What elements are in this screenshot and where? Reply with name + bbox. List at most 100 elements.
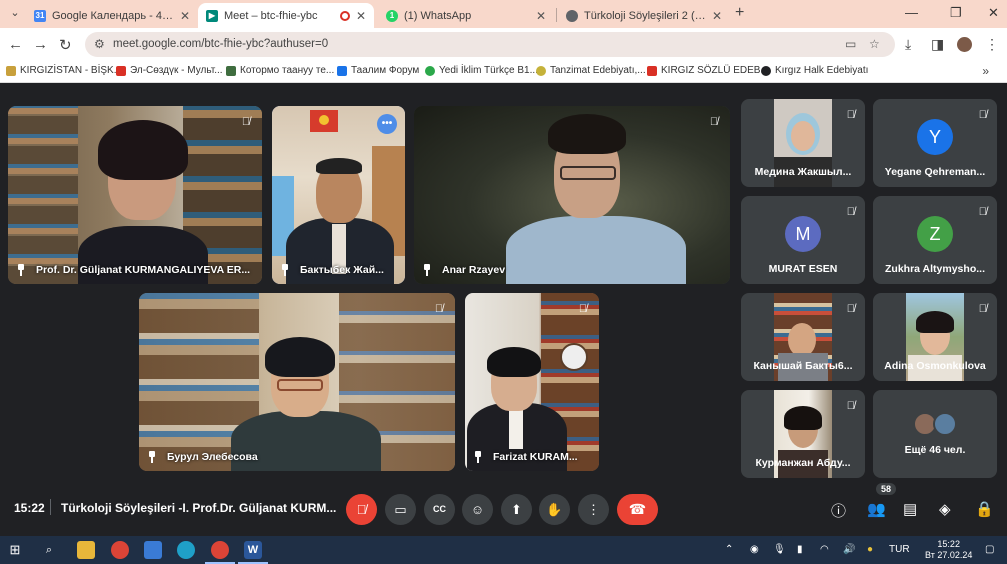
word-icon[interactable]: W	[238, 541, 268, 564]
more-vert-icon: ⋮	[587, 502, 600, 517]
participant-tile-small[interactable]: Y 🎙̸ Yegane Qehreman...	[873, 99, 997, 187]
divider	[50, 499, 51, 515]
wifi-icon[interactable]: ◠	[820, 544, 829, 555]
side-panel-icon[interactable]: ◨	[931, 36, 944, 53]
pin-icon[interactable]	[473, 451, 483, 463]
participant-tile[interactable]: 🎙̸ Anar Rzayev	[414, 106, 730, 284]
tray-chevron-icon[interactable]: ⌃	[725, 544, 733, 555]
participant-tile-small[interactable]: M 🎙̸ MURAT ESEN	[741, 196, 865, 284]
profile-avatar[interactable]	[957, 37, 972, 55]
bookmark-item[interactable]: KIRGIZİSTAN - BİŞK...	[6, 65, 122, 76]
edge-icon[interactable]	[177, 541, 195, 559]
captions-button[interactable]: CC	[424, 494, 455, 525]
bookmark-item[interactable]: Эл-Сөздүк - Мульт...	[116, 65, 223, 76]
notification-icon[interactable]: ▢	[985, 544, 994, 555]
back-icon[interactable]: ←	[8, 36, 23, 53]
camera-in-use-icon[interactable]: ▭	[845, 37, 856, 51]
restore-icon[interactable]: ❐	[950, 5, 962, 21]
close-icon[interactable]: ✕	[356, 9, 366, 23]
pin-icon[interactable]	[280, 264, 290, 276]
tab-search-icon[interactable]: ⌄	[6, 6, 24, 22]
bookmark-favicon-icon	[226, 65, 236, 76]
minimize-icon[interactable]: —	[905, 5, 918, 20]
participant-count-badge: 58	[876, 483, 897, 495]
lock-person-icon: 🔒	[975, 501, 994, 518]
tab-whatsapp[interactable]: 1 (1) WhatsApp ✕	[378, 3, 554, 28]
camera-icon: ▭	[394, 502, 407, 517]
site-info-icon[interactable]: ⚙	[94, 37, 105, 51]
participant-name: Yegane Qehreman...	[884, 166, 986, 178]
file-explorer-icon[interactable]	[77, 541, 95, 559]
participant-tile-small[interactable]: 🎙̸ Adina Osmonkulova	[873, 293, 997, 381]
volume-icon[interactable]: 🔊	[843, 544, 855, 555]
tab-label: Türkoloji Söyleşileri 2 (1).pdf	[584, 9, 706, 22]
close-icon[interactable]: ✕	[180, 9, 190, 23]
chrome-active-icon[interactable]	[205, 541, 235, 564]
taskbar-clock[interactable]: 15:22 Вт 27.02.24	[925, 539, 972, 561]
usb-icon: ▮	[797, 544, 803, 555]
tab-meet[interactable]: ▶ Meet – btc-fhie-ybc ✕	[198, 3, 374, 28]
windows-start-icon[interactable]: ⊞	[6, 541, 24, 559]
bookmark-favicon-icon	[647, 65, 657, 76]
bookmark-item[interactable]: KIRGIZ SÖZLÜ EDEB...	[647, 65, 769, 76]
chat-icon: ▤	[903, 501, 918, 518]
bookmark-item[interactable]: Таалим Форум	[337, 65, 419, 76]
close-icon[interactable]: ✕	[536, 9, 546, 23]
tab-label: (1) WhatsApp	[404, 9, 472, 22]
window-close-icon[interactable]: ✕	[988, 5, 999, 21]
store-icon[interactable]	[144, 541, 162, 559]
menu-icon[interactable]: ⋮	[985, 36, 999, 53]
address-bar[interactable]: ⚙ meet.google.com/btc-fhie-ybc?authuser=…	[85, 32, 895, 57]
new-tab-icon[interactable]: +	[735, 4, 744, 22]
participant-tile-small[interactable]: 🎙̸ Канышай Бакты6...	[741, 293, 865, 381]
bookmark-label: Kırgız Halk Edebiyatı	[775, 65, 869, 76]
close-icon[interactable]: ✕	[712, 9, 722, 23]
reload-icon[interactable]: ↻	[59, 36, 72, 54]
bookmark-star-icon[interactable]: ☆	[869, 37, 880, 51]
bookmark-label: Котормо таануу те...	[240, 65, 335, 76]
bookmarks-more-icon[interactable]: »	[982, 64, 989, 78]
present-button[interactable]: ⬆	[501, 494, 532, 525]
bookmark-favicon-icon	[116, 65, 126, 76]
download-icon[interactable]: ⤓	[905, 36, 911, 53]
leave-call-button[interactable]: ☎	[617, 494, 658, 525]
mic-off-icon: 🎙̸	[709, 116, 719, 128]
reactions-button[interactable]: ☺	[462, 494, 493, 525]
participant-tile-small[interactable]: 🎙̸ Медина Жакшыл...	[741, 99, 865, 187]
people-button[interactable]: 👥	[867, 500, 886, 518]
windows-taskbar: ⊞ ⌕ W ⌃ ◉ 🎙 ▮ ◠ 🔊 ● TUR 15:22 Вт 27.02.2…	[0, 536, 1007, 564]
pin-icon[interactable]	[147, 451, 157, 463]
bookmark-label: Yedi İklim Türkçe B1...	[439, 65, 538, 76]
video-feed	[8, 106, 262, 284]
chat-button[interactable]: ▤	[903, 500, 917, 518]
participant-tile-small[interactable]: 🎙̸ Курманжан Абду...	[741, 390, 865, 478]
more-participants-tile[interactable]: Ещё 46 чел.	[873, 390, 997, 478]
bookmark-item[interactable]: Tanzimat Edebiyatı,...	[536, 65, 646, 76]
mic-off-icon: 🎙̸	[356, 502, 367, 517]
input-language[interactable]: TUR	[889, 544, 910, 555]
participant-tile[interactable]: 🎙̸ Бурул Элебесова	[139, 293, 455, 471]
raise-hand-button[interactable]: ✋	[539, 494, 570, 525]
mic-toggle-button[interactable]: 🎙̸	[346, 494, 377, 525]
bookmark-item[interactable]: Котормо таануу те...	[226, 65, 334, 76]
bookmark-item[interactable]: Yedi İklim Türkçe B1...	[425, 65, 538, 76]
tab-pdf[interactable]: Türkoloji Söyleşileri 2 (1).pdf ✕	[558, 3, 730, 28]
chrome-icon[interactable]	[111, 541, 129, 559]
participant-tile-active-speaker[interactable]: ••• Бактыбек Жай...	[272, 106, 405, 284]
participant-tile-small[interactable]: Z 🎙̸ Zukhra Altymysho...	[873, 196, 997, 284]
pin-icon[interactable]	[422, 264, 432, 276]
forward-icon[interactable]: →	[33, 36, 48, 53]
search-icon[interactable]: ⌕	[40, 541, 58, 559]
camera-toggle-button[interactable]: ▭	[385, 494, 416, 525]
participant-tile[interactable]: 🎙̸ Prof. Dr. Güljanat KURMANGALIYEVA ER.…	[8, 106, 262, 284]
pin-icon[interactable]	[16, 264, 26, 276]
host-controls-button[interactable]: 🔒	[975, 500, 994, 518]
participant-tile[interactable]: 🎙̸ Farizat KURAM...	[465, 293, 599, 471]
activities-button[interactable]: ◈	[939, 500, 951, 518]
bookmark-item[interactable]: Kırgız Halk Edebiyatı	[761, 65, 868, 76]
meeting-info-button[interactable]: ⓘ	[831, 500, 846, 521]
more-options-button[interactable]: ⋮	[578, 494, 609, 525]
tab-google-calendar[interactable]: 31 Google Календарь - 4 дня, нач ✕	[26, 3, 198, 28]
participant-name: Курманжан Абду...	[755, 457, 851, 469]
mic-off-icon: 🎙̸	[846, 206, 855, 218]
